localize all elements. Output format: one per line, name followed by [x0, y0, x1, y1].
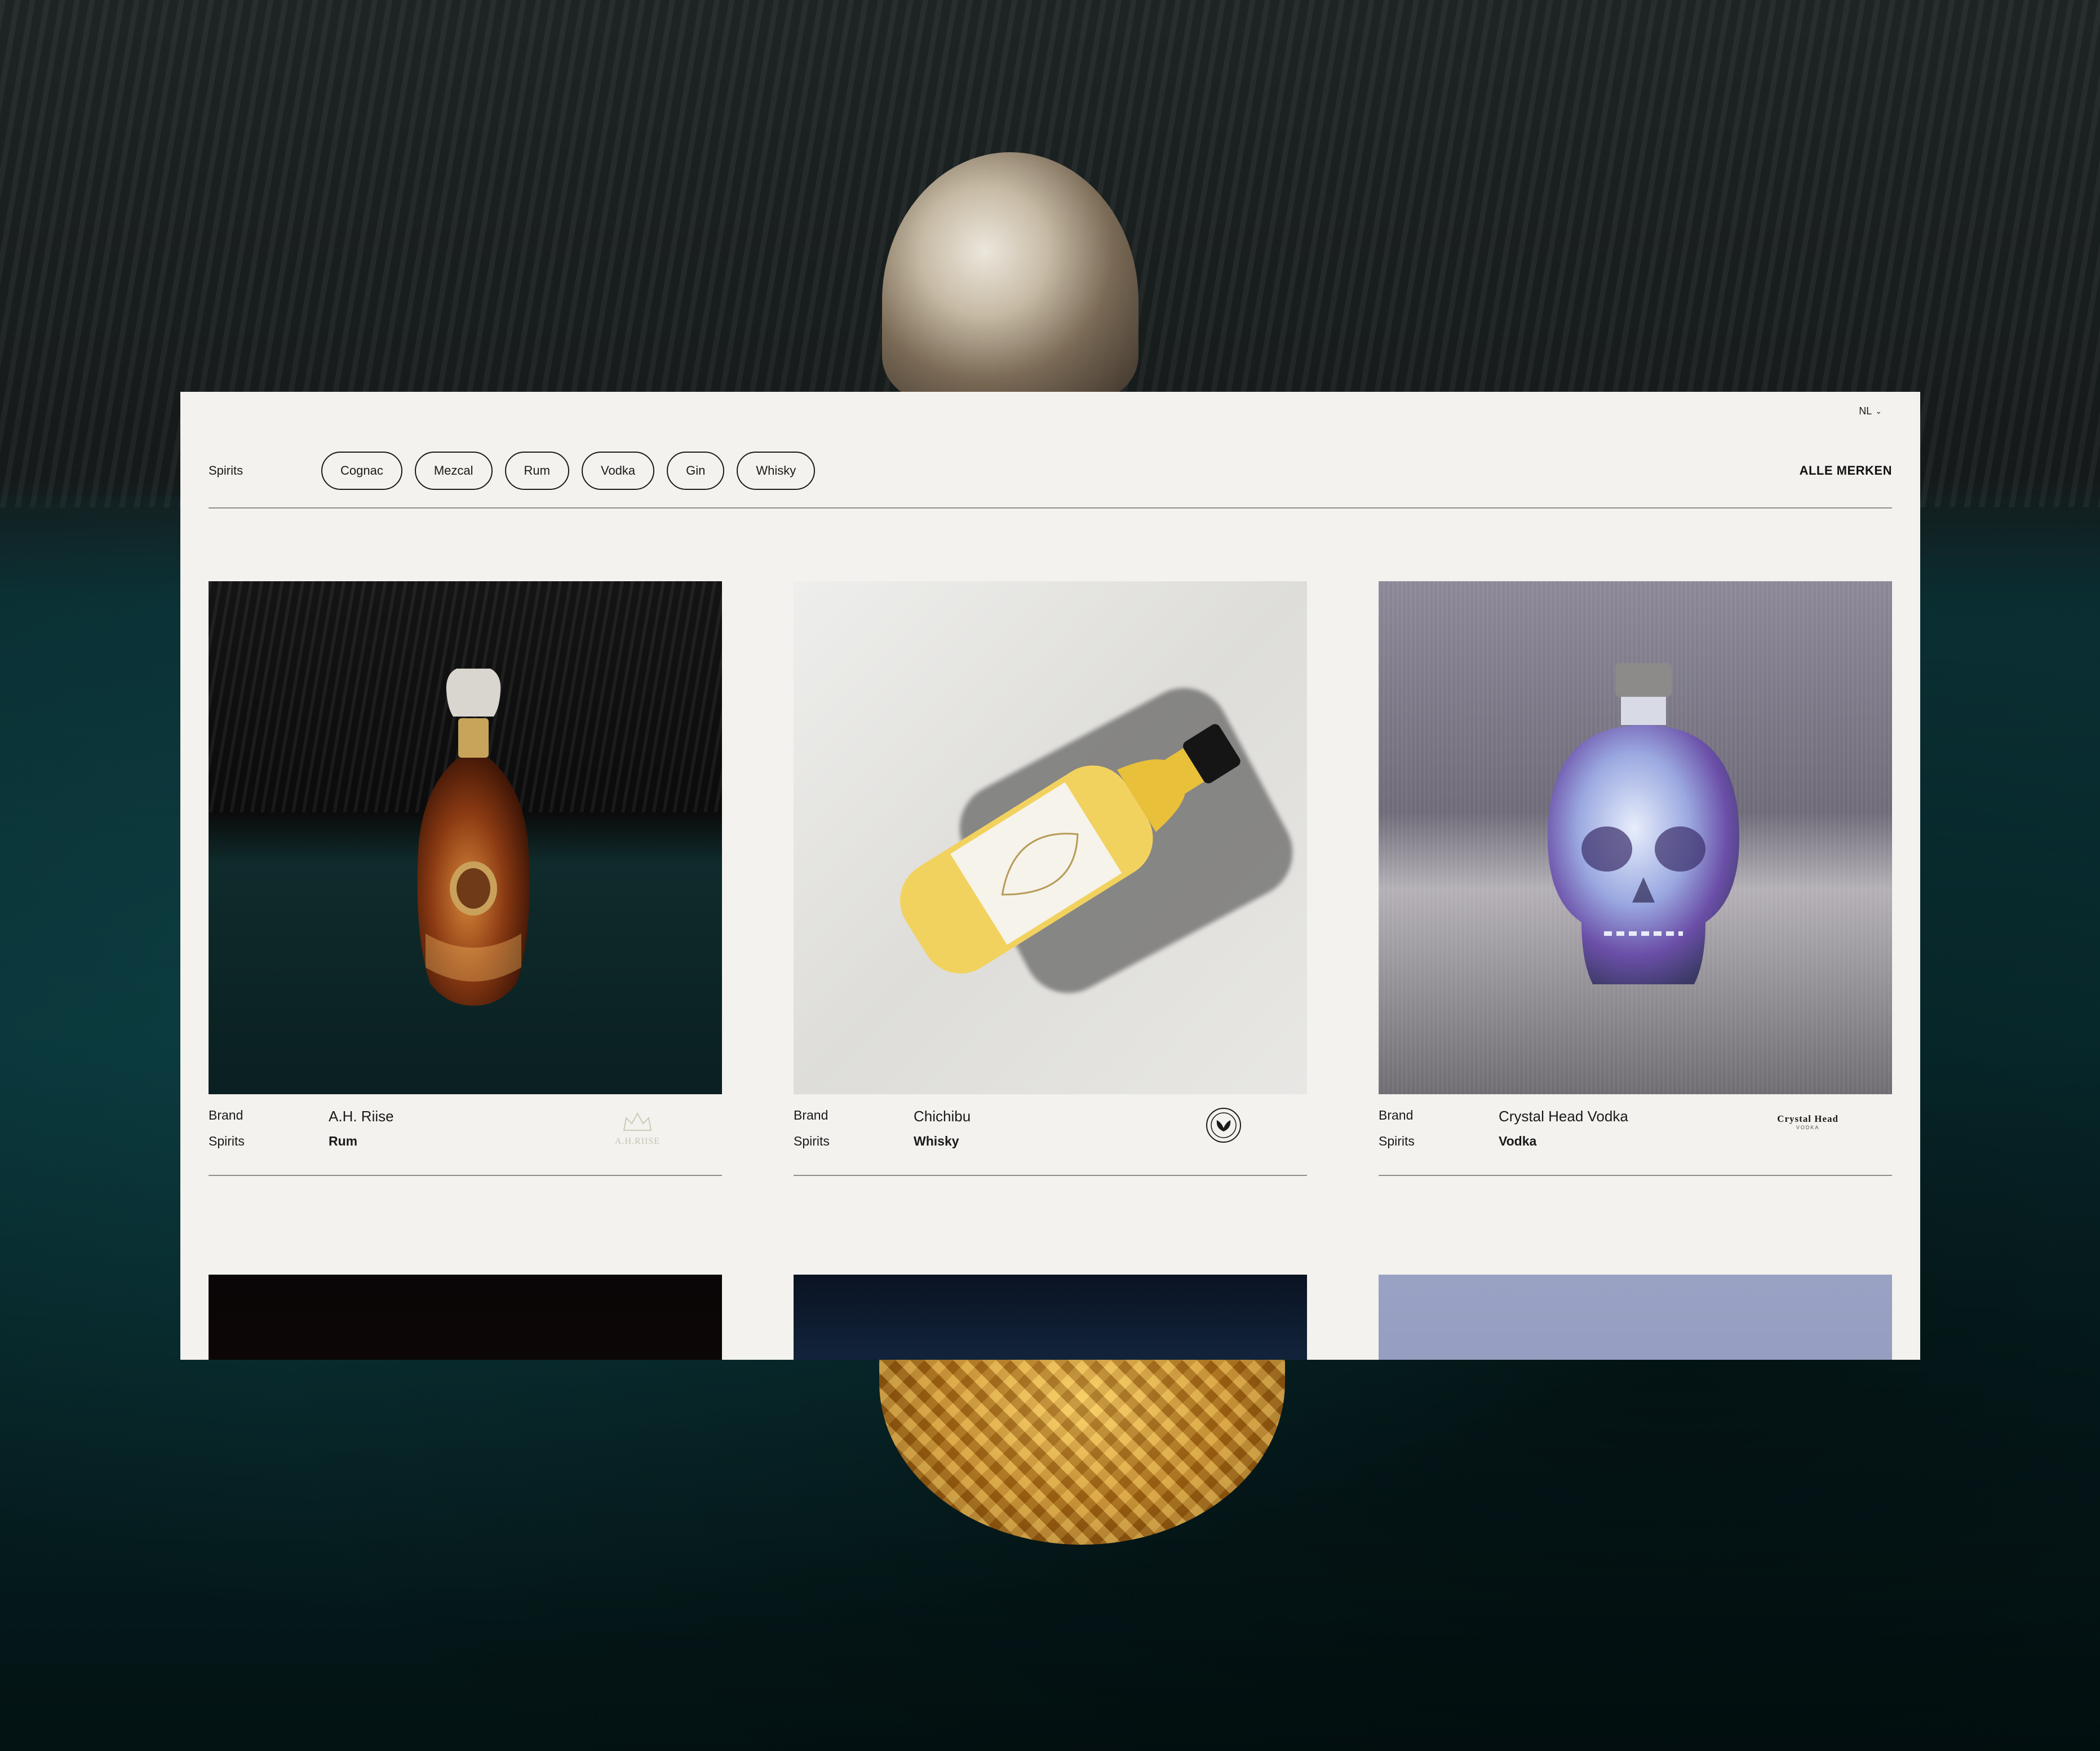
category-nav: Spirits Cognac Mezcal Rum Vodka Gin Whis…	[209, 451, 1892, 490]
product-card[interactable]	[794, 1275, 1307, 1360]
language-selector[interactable]: NL ⌄	[1859, 405, 1882, 417]
logo-wordmark: A.H.RIISE	[614, 1137, 661, 1146]
product-card[interactable]	[209, 1275, 722, 1360]
brand-name: Crystal Head Vodka	[1499, 1108, 1628, 1125]
brand-key: Brand	[794, 1108, 829, 1122]
spirit-key: Spirits	[1379, 1134, 1415, 1148]
spirit-type: Vodka	[1499, 1134, 1537, 1148]
product-image[interactable]	[794, 1275, 1307, 1360]
spirit-type: Whisky	[914, 1134, 959, 1148]
all-brands-link[interactable]: ALLE MERKEN	[1800, 463, 1892, 478]
rum-bottle-illustration	[417, 669, 530, 1006]
brand-logo	[1205, 1107, 1242, 1147]
section-label: Spirits	[209, 463, 243, 477]
card-divider	[209, 1175, 722, 1176]
spirit-key: Spirits	[209, 1134, 245, 1148]
product-image[interactable]	[794, 581, 1307, 1094]
spirit-type: Rum	[329, 1134, 358, 1148]
spirit-key: Spirits	[794, 1134, 830, 1148]
product-card[interactable]	[1379, 1275, 1892, 1360]
language-label: NL	[1859, 405, 1872, 417]
brand-key: Brand	[209, 1108, 243, 1122]
product-image[interactable]	[209, 1275, 722, 1360]
filter-mezcal[interactable]: Mezcal	[414, 452, 493, 490]
filter-cognac[interactable]: Cognac	[321, 452, 402, 490]
product-card[interactable]: Brand Crystal Head Vodka Spirits Vodka C…	[1379, 581, 1892, 1176]
brand-logo: Crystal Head VODKA	[1777, 1113, 1838, 1130]
brand-logo: A.H.RIISE	[606, 1111, 668, 1147]
filter-rum[interactable]: Rum	[504, 452, 569, 490]
product-image[interactable]	[1379, 581, 1892, 1094]
filter-whisky[interactable]: Whisky	[737, 452, 816, 490]
browser-window: NL ⌄ Spirits Cognac Mezcal Rum Vodka Gin…	[180, 392, 1920, 1360]
product-card[interactable]: Brand A.H. Riise Spirits Rum A.H.RIISE	[209, 581, 722, 1176]
brand-key: Brand	[1379, 1108, 1414, 1122]
category-filters: Cognac Mezcal Rum Vodka Gin Whisky	[321, 452, 816, 490]
card-divider	[794, 1175, 1307, 1176]
product-image[interactable]	[209, 581, 722, 1094]
card-divider	[1379, 1175, 1892, 1176]
product-image[interactable]	[1379, 1275, 1892, 1360]
crown-icon	[623, 1112, 652, 1131]
product-card[interactable]: Brand Chichibu Spirits Whisky	[794, 581, 1307, 1176]
brand-name: A.H. Riise	[329, 1108, 394, 1125]
brand-name: Chichibu	[914, 1108, 971, 1125]
chichibu-emblem-icon	[1206, 1108, 1241, 1143]
chevron-down-icon: ⌄	[1875, 406, 1882, 415]
logo-subtext: VODKA	[1796, 1125, 1820, 1130]
filter-vodka[interactable]: Vodka	[581, 452, 655, 490]
nav-divider	[209, 507, 1892, 509]
logo-wordmark: Crystal Head	[1777, 1113, 1838, 1124]
skull-bottle-illustration	[1548, 663, 1739, 984]
filter-gin[interactable]: Gin	[667, 452, 725, 490]
whisky-bottle-illustration	[900, 724, 1240, 974]
